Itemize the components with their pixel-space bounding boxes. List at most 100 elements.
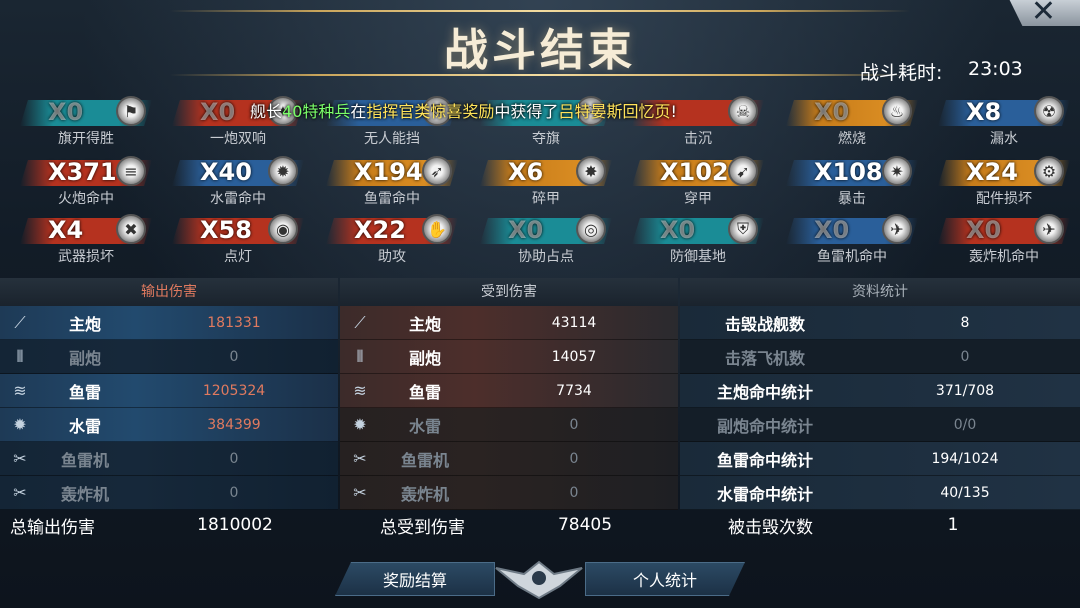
title-line-top (170, 10, 910, 12)
weapon-label: 鱼雷机 (400, 450, 449, 470)
main-gun-icon: ⟋ (354, 312, 366, 332)
medal-name: 燃烧 (838, 131, 866, 147)
stat-label: 鱼雷命中统计 (716, 450, 813, 470)
secondary-gun-icon: ⫴ (16, 346, 24, 366)
medal-count: X108 (814, 158, 883, 186)
damage-value: 0 (229, 348, 239, 365)
stat-label: 副炮命中统计 (716, 416, 813, 436)
total-output-value: 1810002 (197, 515, 273, 535)
medal-name: 鱼雷命中 (364, 191, 420, 207)
medal-mine: X40 ✹ 水雷命中 (172, 156, 312, 210)
total-output-label: 总输出伤害 (10, 517, 95, 538)
table-row: ✂ 鱼雷机 0 (340, 442, 678, 476)
medal-count: X0 (660, 216, 696, 244)
damage-value: 7734 (556, 382, 592, 399)
medal-flood: X8 ☢ 漏水 (938, 96, 1078, 150)
medal-name: 穿甲 (684, 191, 712, 207)
damage-value: 0 (569, 484, 579, 501)
main-gun-icon: ⟋ (14, 312, 26, 332)
banner-player-name: 40特种兵 (282, 102, 351, 121)
medal-name: 协助占点 (518, 249, 574, 265)
medal-count: X0 (966, 216, 1002, 244)
damage-value: 0 (229, 450, 239, 467)
torpedo-bomber-icon: ✂ (353, 449, 367, 468)
medal-count: X4 (48, 216, 84, 244)
medal-count: X22 (354, 216, 406, 244)
torpedo-bomber-icon: ✂ (13, 449, 27, 468)
damage-value: 0 (229, 484, 239, 501)
medal-name: 点灯 (224, 249, 252, 265)
weapon-icon: ✖ (116, 214, 146, 244)
damage-value: 181331 (207, 314, 261, 331)
medal-torpedo: X194 ➶ 鱼雷命中 (326, 156, 466, 210)
medal-weapon: X4 ✖ 武器损坏 (20, 214, 160, 268)
damage-value: 1205324 (202, 382, 266, 399)
mine-icon: ✹ (353, 415, 367, 434)
bomber-icon: ✂ (353, 483, 367, 502)
medal-gear: X24 ⚙ 配件损坏 (938, 156, 1078, 210)
table-row: ✂ 轰炸机 0 (340, 476, 678, 510)
medal-critical: X108 ✷ 暴击 (786, 156, 926, 210)
total-received-row: 总受到伤害 78405 (380, 512, 680, 538)
total-received-label: 总受到伤害 (380, 517, 465, 538)
hand-icon: ✋ (422, 214, 452, 244)
damage-value: 14057 (551, 348, 597, 365)
torpedo-icon: ➶ (422, 156, 452, 186)
personal-stats-button[interactable]: 个人统计 (585, 562, 745, 596)
weapon-label: 副炮 (408, 348, 441, 368)
table-row: ⫴ 副炮 14057 (340, 340, 678, 374)
medal-count: X0 (48, 98, 84, 126)
stat-label: 击毁战舰数 (724, 314, 805, 334)
stat-label: 击落飞机数 (724, 348, 805, 368)
medal-name: 水雷命中 (210, 191, 266, 207)
output-damage-header: 输出伤害 (0, 278, 338, 306)
table-row: 主炮命中统计 371/708 (680, 374, 1080, 408)
banner-text: 中获得了 (494, 102, 559, 121)
weapon-label: 鱼雷 (408, 382, 441, 402)
torpedo-icon: ≋ (13, 381, 27, 400)
cannon-icon: ≡ (116, 156, 146, 186)
medal-name: 漏水 (990, 131, 1018, 147)
medal-name: 配件损坏 (976, 191, 1032, 207)
stats-panel: 资料统计 击毁战舰数 8 击落飞机数 0 主炮命中统计 371/708 副炮命中统计 0/0 鱼… (680, 278, 1080, 510)
medal-count: X102 (660, 158, 729, 186)
table-row: 鱼雷命中统计 194/1024 (680, 442, 1080, 476)
table-row: ⟋ 主炮 181331 (0, 306, 338, 340)
weapon-label: 轰炸机 (60, 484, 109, 504)
medal-count: X8 (966, 98, 1002, 126)
banner-text: ! (670, 102, 677, 121)
stat-value: 0/0 (953, 416, 977, 433)
times-destroyed-label: 被击毁次数 (728, 517, 813, 538)
table-row: ✹ 水雷 384399 (0, 408, 338, 442)
times-destroyed-row: 被击毁次数 1 (728, 512, 1068, 538)
medal-name: 轰炸机命中 (969, 249, 1039, 265)
medal-count: X40 (200, 158, 252, 186)
medal-bomber: X0 ✈ 轰炸机命中 (938, 214, 1078, 268)
times-destroyed-value: 1 (947, 515, 959, 535)
title-line-bottom (170, 74, 910, 76)
bomber-icon: ✈ (1034, 214, 1064, 244)
skull-icon: ☠ (728, 96, 758, 126)
torpedo-plane-icon: ✈ (882, 214, 912, 244)
secondary-gun-icon: ⫴ (356, 346, 364, 366)
table-row: ✂ 鱼雷机 0 (0, 442, 338, 476)
medal-armor-break: X6 ✸ 碎甲 (480, 156, 620, 210)
medal-cannon: X371 ≡ 火炮命中 (20, 156, 160, 210)
gear-icon: ⚙ (1034, 156, 1064, 186)
medal-count: X0 (814, 216, 850, 244)
critical-icon: ✷ (882, 156, 912, 186)
stats-header: 资料统计 (680, 278, 1080, 306)
medal-pierce: X102 ➹ 穿甲 (632, 156, 772, 210)
table-row: ≋ 鱼雷 7734 (340, 374, 678, 408)
weapon-label: 主炮 (68, 314, 101, 334)
medal-name: 碎甲 (532, 191, 560, 207)
battle-time-label: 战斗耗时: (860, 62, 943, 84)
target-icon: ◎ (576, 214, 606, 244)
reward-settlement-button[interactable]: 奖励结算 (335, 562, 495, 596)
stat-value: 0 (960, 348, 970, 365)
medal-name: 无人能挡 (364, 131, 420, 147)
medal-name: 暴击 (838, 191, 866, 207)
medal-name: 武器损坏 (58, 249, 114, 265)
pierce-icon: ➹ (728, 156, 758, 186)
weapon-label: 副炮 (68, 348, 101, 368)
